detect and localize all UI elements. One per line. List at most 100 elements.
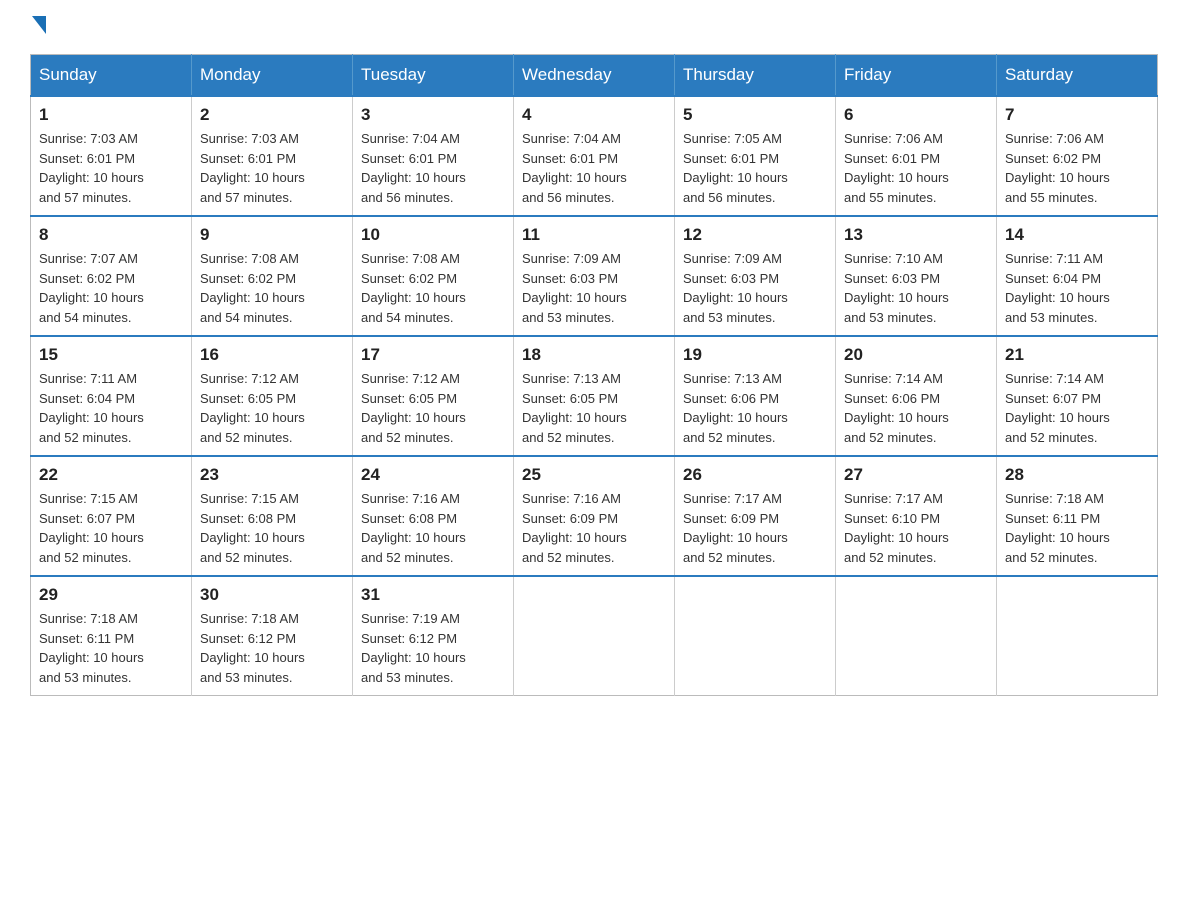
day-info: Sunrise: 7:15 AM Sunset: 6:08 PM Dayligh…: [200, 489, 344, 567]
calendar-cell: 15 Sunrise: 7:11 AM Sunset: 6:04 PM Dayl…: [31, 336, 192, 456]
day-of-week-friday: Friday: [836, 55, 997, 97]
day-number: 9: [200, 225, 344, 245]
day-number: 29: [39, 585, 183, 605]
day-of-week-saturday: Saturday: [997, 55, 1158, 97]
day-number: 24: [361, 465, 505, 485]
day-number: 8: [39, 225, 183, 245]
day-of-week-monday: Monday: [192, 55, 353, 97]
day-number: 10: [361, 225, 505, 245]
day-of-week-thursday: Thursday: [675, 55, 836, 97]
day-info: Sunrise: 7:03 AM Sunset: 6:01 PM Dayligh…: [39, 129, 183, 207]
calendar-cell: 6 Sunrise: 7:06 AM Sunset: 6:01 PM Dayli…: [836, 96, 997, 216]
day-info: Sunrise: 7:03 AM Sunset: 6:01 PM Dayligh…: [200, 129, 344, 207]
day-number: 13: [844, 225, 988, 245]
calendar-cell: 30 Sunrise: 7:18 AM Sunset: 6:12 PM Dayl…: [192, 576, 353, 696]
day-info: Sunrise: 7:14 AM Sunset: 6:06 PM Dayligh…: [844, 369, 988, 447]
calendar-cell: 19 Sunrise: 7:13 AM Sunset: 6:06 PM Dayl…: [675, 336, 836, 456]
day-info: Sunrise: 7:11 AM Sunset: 6:04 PM Dayligh…: [1005, 249, 1149, 327]
logo: [30, 20, 46, 34]
calendar-cell: 24 Sunrise: 7:16 AM Sunset: 6:08 PM Dayl…: [353, 456, 514, 576]
day-info: Sunrise: 7:04 AM Sunset: 6:01 PM Dayligh…: [522, 129, 666, 207]
day-number: 20: [844, 345, 988, 365]
day-info: Sunrise: 7:07 AM Sunset: 6:02 PM Dayligh…: [39, 249, 183, 327]
calendar-cell: 11 Sunrise: 7:09 AM Sunset: 6:03 PM Dayl…: [514, 216, 675, 336]
day-info: Sunrise: 7:16 AM Sunset: 6:09 PM Dayligh…: [522, 489, 666, 567]
calendar-cell: 16 Sunrise: 7:12 AM Sunset: 6:05 PM Dayl…: [192, 336, 353, 456]
calendar-cell: 1 Sunrise: 7:03 AM Sunset: 6:01 PM Dayli…: [31, 96, 192, 216]
day-info: Sunrise: 7:06 AM Sunset: 6:02 PM Dayligh…: [1005, 129, 1149, 207]
day-number: 27: [844, 465, 988, 485]
day-info: Sunrise: 7:06 AM Sunset: 6:01 PM Dayligh…: [844, 129, 988, 207]
calendar-cell: 20 Sunrise: 7:14 AM Sunset: 6:06 PM Dayl…: [836, 336, 997, 456]
day-number: 25: [522, 465, 666, 485]
calendar-cell: 7 Sunrise: 7:06 AM Sunset: 6:02 PM Dayli…: [997, 96, 1158, 216]
day-number: 30: [200, 585, 344, 605]
calendar-cell: 27 Sunrise: 7:17 AM Sunset: 6:10 PM Dayl…: [836, 456, 997, 576]
day-number: 18: [522, 345, 666, 365]
day-number: 2: [200, 105, 344, 125]
day-number: 14: [1005, 225, 1149, 245]
calendar-cell: 4 Sunrise: 7:04 AM Sunset: 6:01 PM Dayli…: [514, 96, 675, 216]
day-number: 19: [683, 345, 827, 365]
day-of-week-tuesday: Tuesday: [353, 55, 514, 97]
day-info: Sunrise: 7:08 AM Sunset: 6:02 PM Dayligh…: [361, 249, 505, 327]
calendar-cell: 9 Sunrise: 7:08 AM Sunset: 6:02 PM Dayli…: [192, 216, 353, 336]
day-number: 12: [683, 225, 827, 245]
calendar-cell: 26 Sunrise: 7:17 AM Sunset: 6:09 PM Dayl…: [675, 456, 836, 576]
calendar-week-row: 15 Sunrise: 7:11 AM Sunset: 6:04 PM Dayl…: [31, 336, 1158, 456]
logo-triangle-icon: [32, 16, 46, 34]
day-number: 22: [39, 465, 183, 485]
calendar-cell: 17 Sunrise: 7:12 AM Sunset: 6:05 PM Dayl…: [353, 336, 514, 456]
day-info: Sunrise: 7:18 AM Sunset: 6:12 PM Dayligh…: [200, 609, 344, 687]
day-number: 7: [1005, 105, 1149, 125]
calendar-cell: [997, 576, 1158, 696]
day-info: Sunrise: 7:12 AM Sunset: 6:05 PM Dayligh…: [361, 369, 505, 447]
day-info: Sunrise: 7:12 AM Sunset: 6:05 PM Dayligh…: [200, 369, 344, 447]
day-info: Sunrise: 7:13 AM Sunset: 6:06 PM Dayligh…: [683, 369, 827, 447]
day-number: 16: [200, 345, 344, 365]
day-number: 31: [361, 585, 505, 605]
day-info: Sunrise: 7:17 AM Sunset: 6:10 PM Dayligh…: [844, 489, 988, 567]
day-number: 17: [361, 345, 505, 365]
logo-area: [30, 20, 46, 34]
calendar-cell: 21 Sunrise: 7:14 AM Sunset: 6:07 PM Dayl…: [997, 336, 1158, 456]
day-number: 26: [683, 465, 827, 485]
calendar-cell: [675, 576, 836, 696]
calendar-cell: 13 Sunrise: 7:10 AM Sunset: 6:03 PM Dayl…: [836, 216, 997, 336]
calendar-cell: 31 Sunrise: 7:19 AM Sunset: 6:12 PM Dayl…: [353, 576, 514, 696]
calendar-cell: 8 Sunrise: 7:07 AM Sunset: 6:02 PM Dayli…: [31, 216, 192, 336]
day-number: 4: [522, 105, 666, 125]
day-of-week-wednesday: Wednesday: [514, 55, 675, 97]
day-info: Sunrise: 7:18 AM Sunset: 6:11 PM Dayligh…: [39, 609, 183, 687]
day-info: Sunrise: 7:16 AM Sunset: 6:08 PM Dayligh…: [361, 489, 505, 567]
calendar-cell: 29 Sunrise: 7:18 AM Sunset: 6:11 PM Dayl…: [31, 576, 192, 696]
calendar-cell: 18 Sunrise: 7:13 AM Sunset: 6:05 PM Dayl…: [514, 336, 675, 456]
day-info: Sunrise: 7:09 AM Sunset: 6:03 PM Dayligh…: [683, 249, 827, 327]
calendar-cell: 12 Sunrise: 7:09 AM Sunset: 6:03 PM Dayl…: [675, 216, 836, 336]
calendar-week-row: 1 Sunrise: 7:03 AM Sunset: 6:01 PM Dayli…: [31, 96, 1158, 216]
day-of-week-sunday: Sunday: [31, 55, 192, 97]
day-info: Sunrise: 7:18 AM Sunset: 6:11 PM Dayligh…: [1005, 489, 1149, 567]
day-info: Sunrise: 7:14 AM Sunset: 6:07 PM Dayligh…: [1005, 369, 1149, 447]
calendar-cell: 23 Sunrise: 7:15 AM Sunset: 6:08 PM Dayl…: [192, 456, 353, 576]
calendar-cell: 28 Sunrise: 7:18 AM Sunset: 6:11 PM Dayl…: [997, 456, 1158, 576]
day-number: 21: [1005, 345, 1149, 365]
day-info: Sunrise: 7:15 AM Sunset: 6:07 PM Dayligh…: [39, 489, 183, 567]
calendar-table: SundayMondayTuesdayWednesdayThursdayFrid…: [30, 54, 1158, 696]
calendar-cell: 3 Sunrise: 7:04 AM Sunset: 6:01 PM Dayli…: [353, 96, 514, 216]
calendar-cell: 10 Sunrise: 7:08 AM Sunset: 6:02 PM Dayl…: [353, 216, 514, 336]
day-info: Sunrise: 7:09 AM Sunset: 6:03 PM Dayligh…: [522, 249, 666, 327]
calendar-cell: [514, 576, 675, 696]
day-info: Sunrise: 7:08 AM Sunset: 6:02 PM Dayligh…: [200, 249, 344, 327]
day-info: Sunrise: 7:10 AM Sunset: 6:03 PM Dayligh…: [844, 249, 988, 327]
day-number: 6: [844, 105, 988, 125]
calendar-header-row: SundayMondayTuesdayWednesdayThursdayFrid…: [31, 55, 1158, 97]
day-info: Sunrise: 7:13 AM Sunset: 6:05 PM Dayligh…: [522, 369, 666, 447]
day-number: 15: [39, 345, 183, 365]
day-info: Sunrise: 7:17 AM Sunset: 6:09 PM Dayligh…: [683, 489, 827, 567]
calendar-week-row: 8 Sunrise: 7:07 AM Sunset: 6:02 PM Dayli…: [31, 216, 1158, 336]
day-number: 28: [1005, 465, 1149, 485]
day-info: Sunrise: 7:05 AM Sunset: 6:01 PM Dayligh…: [683, 129, 827, 207]
day-info: Sunrise: 7:19 AM Sunset: 6:12 PM Dayligh…: [361, 609, 505, 687]
calendar-cell: [836, 576, 997, 696]
